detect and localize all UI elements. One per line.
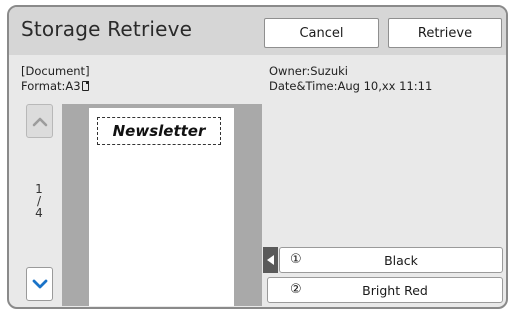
- document-label: [Document]: [21, 64, 90, 78]
- page-indicator: 1 / 4: [29, 183, 49, 219]
- preview-headline: Newsletter: [97, 117, 221, 145]
- title-bar: Storage Retrieve Cancel Retrieve: [9, 7, 506, 55]
- datetime-label: Date&Time:Aug 10,xx 11:11: [269, 79, 433, 93]
- color-button-black[interactable]: ① Black: [279, 247, 503, 273]
- storage-retrieve-dialog: Storage Retrieve Cancel Retrieve [Docume…: [7, 5, 508, 309]
- scroll-down-button[interactable]: [26, 267, 53, 301]
- cancel-button[interactable]: Cancel: [264, 18, 379, 48]
- scroll-up-button[interactable]: [26, 104, 53, 138]
- color-button-bright-red[interactable]: ② Bright Red: [267, 277, 503, 303]
- portrait-page-icon: [81, 80, 90, 91]
- owner-info: Owner:Suzuki Date&Time:Aug 10,xx 11:11: [269, 64, 432, 94]
- triangle-left-icon: [266, 255, 274, 265]
- page-total: 4: [35, 206, 43, 220]
- page-title: Storage Retrieve: [21, 17, 193, 41]
- document-info: [Document] Format:A3: [21, 64, 90, 94]
- owner-label: Owner:Suzuki: [269, 64, 348, 78]
- color-name-1: Black: [384, 253, 418, 268]
- format-row: Format:A3: [21, 79, 90, 94]
- retrieve-button[interactable]: Retrieve: [388, 18, 502, 48]
- format-label: Format:A3: [21, 79, 81, 93]
- chevron-up-icon: [32, 117, 47, 127]
- color-name-2: Bright Red: [362, 283, 428, 298]
- color-panel-toggle[interactable]: [263, 247, 278, 273]
- chevron-down-icon: [32, 279, 47, 289]
